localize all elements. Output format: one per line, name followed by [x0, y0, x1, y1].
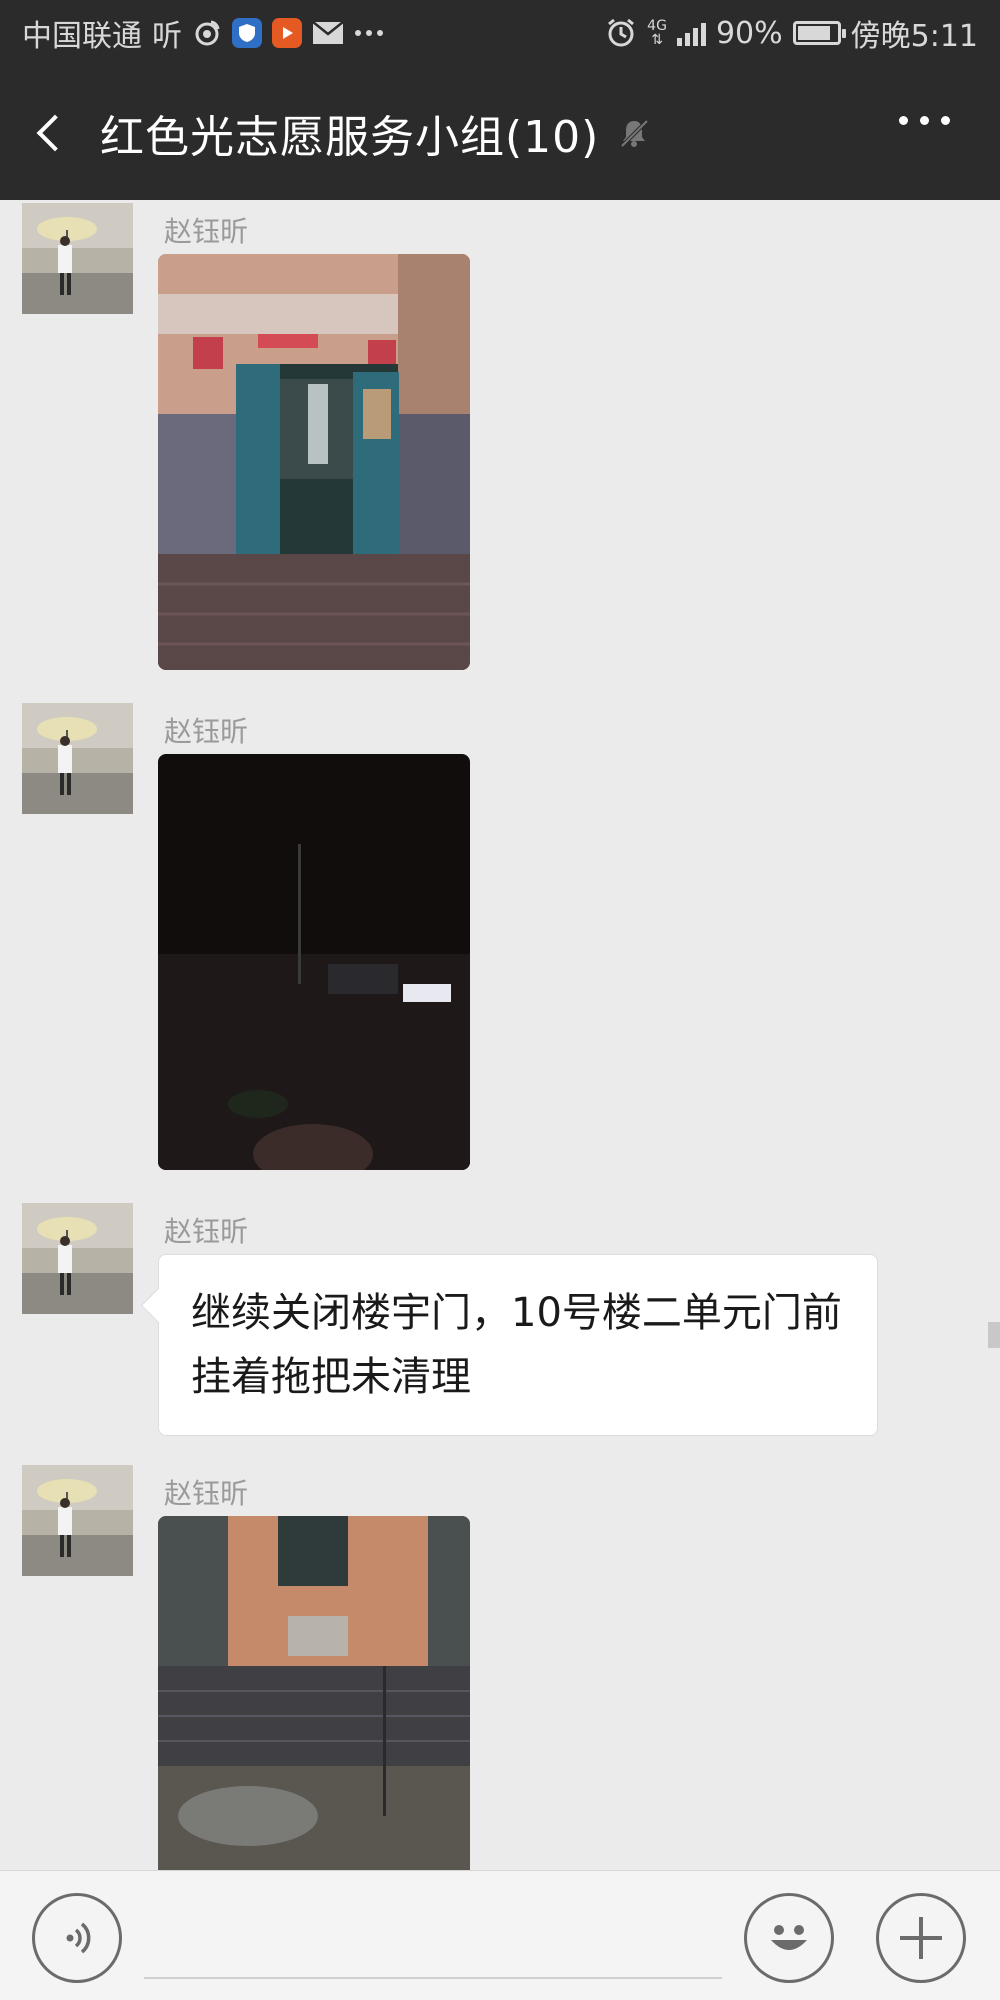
- building-wall-photo: [158, 1516, 470, 1870]
- network-type: 4G ⇅: [647, 19, 667, 47]
- alarm-icon: [605, 17, 637, 49]
- text-message-bubble[interactable]: 继续关闭楼宇门，10号楼二单元门前挂着拖把未清理: [158, 1254, 878, 1436]
- shield-app-icon: [232, 18, 262, 48]
- chat-title: 红色光志愿服务小组(10): [100, 112, 600, 163]
- bell-muted-icon: [617, 116, 651, 150]
- image-message[interactable]: [158, 1516, 470, 1870]
- mail-icon: [312, 21, 344, 45]
- weibo-icon: [192, 18, 222, 48]
- battery-icon: [792, 21, 846, 45]
- network-label: 4G: [647, 18, 667, 34]
- sender-name: 赵钰昕: [164, 715, 249, 748]
- avatar[interactable]: [22, 1465, 133, 1576]
- scrollbar[interactable]: [988, 1322, 1000, 1348]
- status-bar: 中国联通 听 4G ⇅ 90% 傍晚5:11: [0, 0, 1000, 66]
- status-left: 中国联通 听: [22, 11, 384, 55]
- more-button[interactable]: [899, 116, 950, 125]
- message-input[interactable]: [144, 1977, 722, 1979]
- more-dot: [941, 116, 950, 125]
- night-street-photo: [158, 754, 470, 1170]
- sender-name: 赵钰昕: [164, 1477, 249, 1510]
- message-list[interactable]: 赵钰昕 赵钰昕 赵钰昕 继续关闭楼宇门，10号楼二单元门前挂着拖把未清理 赵钰昕: [0, 200, 1000, 1870]
- more-notifications-icon: [354, 28, 384, 38]
- sender-name: 赵钰昕: [164, 1215, 249, 1248]
- avatar[interactable]: [22, 203, 133, 314]
- message-text: 继续关闭楼宇门，10号楼二单元门前挂着拖把未清理: [191, 1290, 842, 1400]
- clock: 傍晚5:11: [850, 19, 978, 54]
- image-message[interactable]: [158, 754, 470, 1170]
- battery-percent: 90%: [715, 15, 783, 51]
- listen-app-label: 听: [152, 19, 182, 54]
- avatar[interactable]: [22, 703, 133, 814]
- battery-fill: [797, 26, 831, 40]
- chat-header: 红色光志愿服务小组(10): [0, 66, 1000, 200]
- voice-button[interactable]: [32, 1893, 122, 1983]
- avatar[interactable]: [22, 1203, 133, 1314]
- plus-button[interactable]: [876, 1893, 966, 1983]
- input-bar: [0, 1870, 1000, 2000]
- voice-icon: [66, 1922, 91, 1954]
- data-arrows-icon: ⇅: [651, 32, 663, 48]
- carrier-label: 中国联通: [22, 19, 142, 54]
- more-dot: [920, 116, 929, 125]
- signal-icon: [676, 20, 706, 46]
- chevron-left-icon: [36, 114, 74, 152]
- sender-name: 赵钰昕: [164, 215, 249, 248]
- video-app-icon: [272, 18, 302, 48]
- doorway-photo: [158, 254, 470, 670]
- emoji-icon: [771, 1925, 807, 1950]
- more-dots-icon: [899, 116, 908, 125]
- plus-icon: [900, 1917, 942, 1959]
- image-message[interactable]: [158, 254, 470, 670]
- emoji-button[interactable]: [744, 1893, 834, 1983]
- back-button[interactable]: [0, 66, 100, 200]
- status-right: 4G ⇅ 90% 傍晚5:11: [605, 11, 978, 55]
